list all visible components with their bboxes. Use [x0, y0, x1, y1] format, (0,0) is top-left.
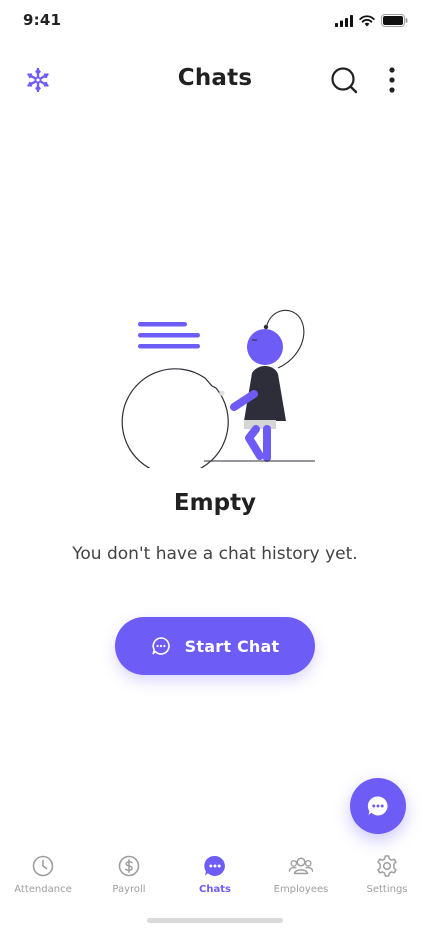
nav-label-payroll: Payroll: [112, 884, 146, 895]
chat-dots-icon: [367, 796, 388, 816]
status-icons: [335, 14, 408, 27]
nav-label-employees: Employees: [273, 884, 329, 895]
nav-item-employees[interactable]: Employees: [258, 846, 344, 906]
home-indicator: [147, 918, 283, 923]
battery-icon: [381, 14, 408, 27]
search-button[interactable]: [328, 64, 360, 96]
search-icon: [331, 67, 358, 94]
page-title: Chats: [177, 65, 253, 91]
bottom-navigation: Attendance Payroll Chats Employees Setti…: [0, 846, 430, 906]
people-icon: [288, 857, 314, 875]
nav-item-settings[interactable]: Settings: [344, 846, 430, 906]
new-chat-fab[interactable]: [350, 778, 406, 834]
start-chat-label: Start Chat: [184, 636, 280, 656]
start-chat-button[interactable]: Start Chat: [115, 617, 315, 675]
chat-icon: [204, 855, 225, 876]
status-bar: 9:41: [0, 0, 430, 44]
nav-item-payroll[interactable]: Payroll: [86, 846, 172, 906]
dollar-icon: [118, 855, 140, 877]
clock-icon: [32, 855, 54, 877]
chat-bubble-icon: [152, 637, 170, 655]
empty-chat-illustration: [121, 309, 315, 468]
empty-state-title: Empty: [173, 490, 257, 516]
nav-label-attendance: Attendance: [14, 884, 72, 895]
more-options-button[interactable]: [380, 66, 404, 94]
cellular-signal-icon: [335, 14, 353, 27]
nav-label-chats: Chats: [199, 884, 231, 895]
more-vertical-icon: [389, 67, 395, 93]
nav-label-settings: Settings: [366, 884, 408, 895]
nav-item-chats[interactable]: Chats: [172, 846, 258, 906]
empty-state-description: You don't have a chat history yet.: [72, 544, 358, 564]
status-time: 9:41: [23, 11, 62, 29]
nav-item-attendance[interactable]: Attendance: [0, 846, 86, 906]
wifi-icon: [359, 14, 375, 26]
gear-icon: [377, 855, 397, 877]
app-header: Chats: [0, 52, 430, 108]
